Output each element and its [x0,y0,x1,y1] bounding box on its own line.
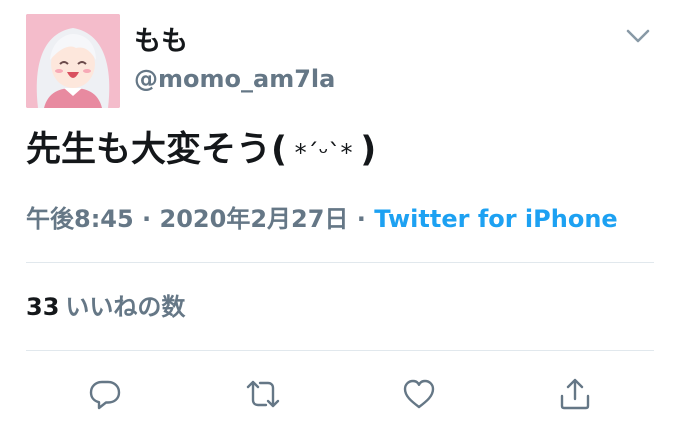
tweet-text-kaomoji: *ˊᵕˋ* [287,139,361,167]
like-button[interactable] [399,374,439,414]
meta-separator: · [348,205,375,233]
share-button[interactable] [555,374,595,414]
tweet-text-main: 先生も大変そう( [26,130,287,170]
display-name[interactable]: もも [134,26,188,58]
divider [26,262,654,263]
likes-label: いいねの数 [65,293,186,321]
tweet-card: もも @momo_am7la 先生も大変そう( *ˊᵕˋ* ) 午後8:45 ·… [0,0,680,438]
share-icon [560,378,590,410]
tweet-text-end: ) [360,130,377,170]
tweet-text: 先生も大変そう( *ˊᵕˋ* ) [26,128,376,175]
tweet-date[interactable]: 2020年2月27日 [160,205,349,233]
avatar[interactable] [26,14,120,108]
meta-separator: · [133,205,160,233]
tweet-time[interactable]: 午後8:45 [26,205,134,233]
tweet-source-link[interactable]: Twitter for iPhone [374,205,617,233]
tweet-meta: 午後8:45 · 2020年2月27日 · Twitter for iPhone [26,203,618,235]
avatar-illustration [26,14,120,108]
divider [26,350,654,351]
heart-icon [403,379,435,409]
likes-count: 33 [26,293,60,321]
reply-icon [89,380,121,410]
user-handle[interactable]: @momo_am7la [134,64,335,94]
chevron-down-icon[interactable] [624,26,652,46]
reply-button[interactable] [85,374,125,414]
likes-stat[interactable]: 33 いいねの数 [26,291,185,323]
retweet-button[interactable] [243,374,283,414]
retweet-icon [246,380,280,408]
